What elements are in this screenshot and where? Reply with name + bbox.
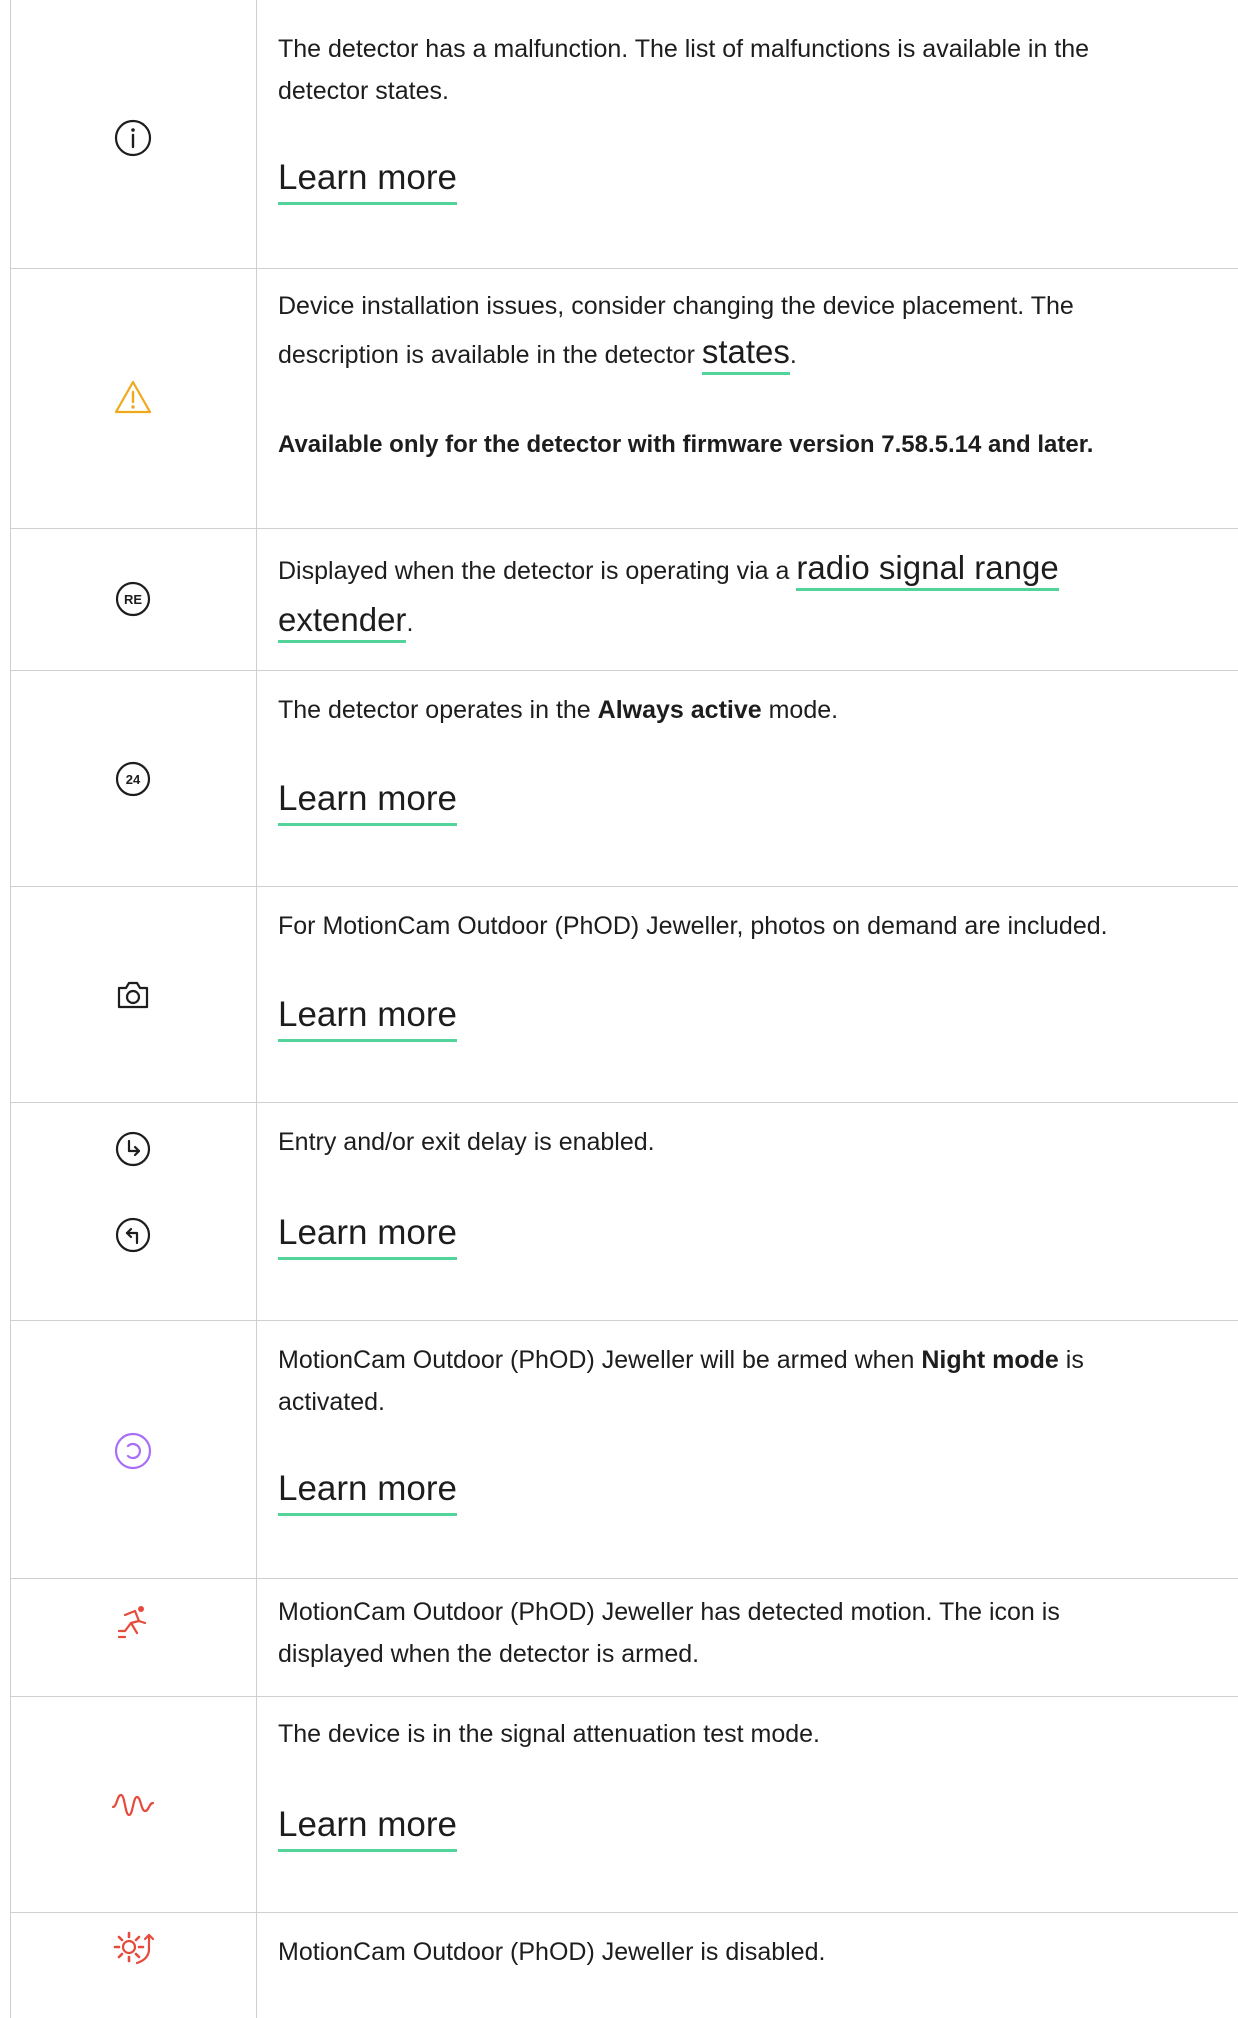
motion-detected-icon	[10, 1601, 256, 1645]
description-line: description is available in the detector…	[278, 331, 797, 376]
warning-triangle-icon	[10, 379, 256, 415]
description-line: activated.	[278, 1388, 386, 1416]
states-link[interactable]: states	[701, 333, 790, 375]
learn-more-link[interactable]: Learn more	[278, 993, 457, 1042]
description-line: detector states.	[278, 77, 449, 105]
description-text: is	[1058, 1346, 1084, 1374]
learn-more-link[interactable]: Learn more	[278, 777, 457, 826]
description-line: extender.	[278, 599, 413, 644]
table-row-night-mode: MotionCam Outdoor (PhOD) Jeweller will b…	[10, 1320, 1238, 1578]
description-line: For MotionCam Outdoor (PhOD) Jeweller, p…	[278, 912, 1108, 940]
description-text: description is available in the detector	[278, 341, 702, 369]
camera-icon	[10, 975, 256, 1015]
range-extender-link[interactable]: extender	[278, 601, 407, 643]
table-row-signal-attenuation: The device is in the signal attenuation …	[10, 1696, 1238, 1912]
description-line: The device is in the signal attenuation …	[278, 1720, 820, 1748]
learn-more-link[interactable]: Learn more	[278, 1211, 457, 1260]
learn-more-link[interactable]: Learn more	[278, 1467, 457, 1516]
range-extender-link[interactable]: radio signal range	[796, 549, 1059, 591]
always-active-icon: 24	[10, 759, 256, 799]
description-text: mode.	[761, 696, 839, 724]
description-line: Device installation issues, consider cha…	[278, 292, 1074, 320]
table-row-always-active: 24 The detector operates in the Always a…	[10, 670, 1238, 886]
description-text: The detector operates in the	[278, 696, 598, 724]
device-disabled-icon	[10, 1929, 256, 1969]
info-circle-icon	[10, 118, 256, 158]
description-line: Displayed when the detector is operating…	[278, 547, 1059, 592]
range-extender-icon: RE	[10, 579, 256, 619]
mode-name: Always active	[597, 696, 762, 724]
description-line: MotionCam Outdoor (PhOD) Jeweller has de…	[278, 1598, 1060, 1626]
table-row-range-extender: RE Displayed when the detector is operat…	[10, 528, 1238, 670]
description-text: .	[406, 609, 414, 637]
description-text: MotionCam Outdoor (PhOD) Jeweller will b…	[278, 1346, 922, 1374]
table-row-device-disabled: MotionCam Outdoor (PhOD) Jeweller is dis…	[10, 1912, 1238, 2018]
description-line: The detector has a malfunction. The list…	[278, 35, 1090, 63]
learn-more-link[interactable]: Learn more	[278, 1803, 457, 1852]
description-line: MotionCam Outdoor (PhOD) Jeweller will b…	[278, 1339, 1084, 1381]
mode-name: Night mode	[921, 1346, 1059, 1374]
description-line: MotionCam Outdoor (PhOD) Jeweller is dis…	[278, 1938, 826, 1966]
range-extender-icon-label: RE	[124, 592, 142, 607]
table-row-installation-issues: Device installation issues, consider cha…	[10, 268, 1238, 528]
description-line: displayed when the detector is armed.	[278, 1640, 700, 1668]
description-line: Entry and/or exit delay is enabled.	[278, 1128, 655, 1156]
firmware-note: Available only for the detector with fir…	[278, 431, 1094, 458]
always-active-icon-label: 24	[126, 772, 141, 787]
entry-delay-icon	[10, 1129, 256, 1169]
night-mode-icon	[10, 1431, 256, 1471]
table-row-malfunction: The detector has a malfunction. The list…	[10, 0, 1238, 268]
description-text: .	[789, 341, 797, 369]
description-line: The detector operates in the Always acti…	[278, 689, 838, 731]
table-row-photos-on-demand: For MotionCam Outdoor (PhOD) Jeweller, p…	[10, 886, 1238, 1102]
description-text: Displayed when the detector is operating…	[278, 557, 797, 585]
signal-test-icon	[10, 1789, 256, 1821]
table-row-delay: Entry and/or exit delay is enabled. Lear…	[10, 1102, 1238, 1320]
exit-delay-icon	[10, 1215, 256, 1255]
learn-more-link[interactable]: Learn more	[278, 156, 457, 205]
table-row-motion-detected: MotionCam Outdoor (PhOD) Jeweller has de…	[10, 1578, 1238, 1696]
